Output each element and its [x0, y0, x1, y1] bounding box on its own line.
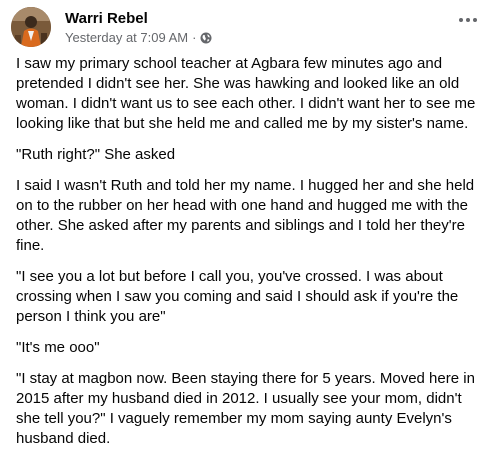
post-paragraph: "Ruth right?" She asked: [16, 146, 176, 163]
facebook-post: Warri Rebel Yesterday at 7:09 AM · I saw: [0, 0, 491, 447]
post-paragraph: I saw my primary school teacher at Agbar…: [16, 55, 476, 132]
globe-icon[interactable]: [200, 32, 212, 44]
post-paragraph: "I see you a lot but before I call you, …: [16, 268, 459, 325]
more-options-icon: [459, 18, 477, 22]
post-paragraph: "I stay at magbon now. Been staying ther…: [16, 370, 475, 447]
avatar-image: [11, 7, 51, 47]
post-header: Warri Rebel Yesterday at 7:09 AM ·: [10, 6, 482, 47]
avatar[interactable]: [11, 7, 51, 47]
meta-separator: ·: [192, 30, 197, 45]
timestamp-link[interactable]: Yesterday at 7:09 AM: [65, 30, 188, 45]
post-paragraph: I said I wasn't Ruth and told her my nam…: [16, 177, 475, 254]
post-body: I saw my primary school teacher at Agbar…: [16, 54, 478, 460]
post-paragraph: "It's me ooo": [16, 339, 100, 356]
author-name[interactable]: Warri Rebel: [65, 10, 148, 27]
post-meta: Yesterday at 7:09 AM ·: [65, 30, 212, 45]
more-options-button[interactable]: [454, 10, 482, 30]
